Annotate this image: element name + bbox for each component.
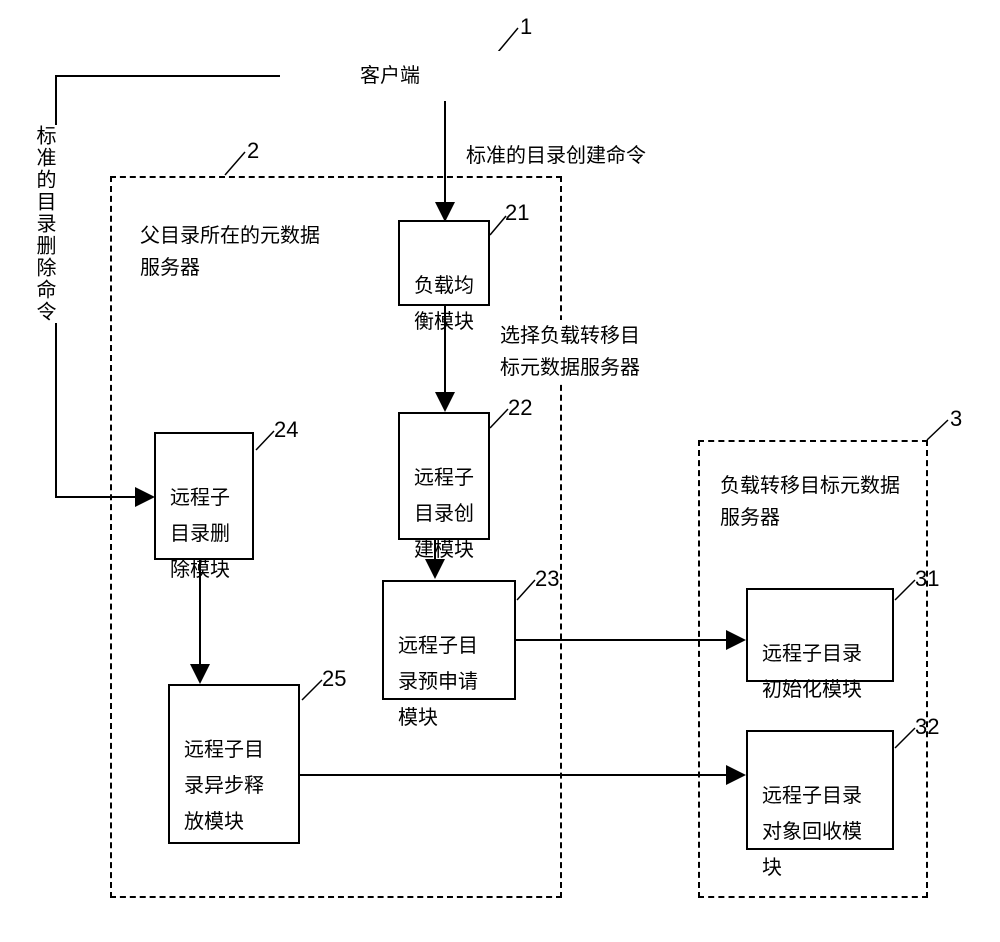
- remote-init-text: 远程子目录 初始化模块: [762, 643, 862, 701]
- remote-create-module: 远程子 目录创 建模块: [398, 412, 490, 540]
- remote-delete-text: 远程子 目录删 除模块: [170, 487, 230, 581]
- remote-delete-module: 远程子 目录删 除模块: [154, 432, 254, 560]
- client-text: 客户端: [360, 61, 420, 91]
- remote-create-text: 远程子 目录创 建模块: [414, 467, 474, 561]
- parent-meta-server-label: 父目录所在的元数据 服务器: [140, 220, 320, 284]
- load-balance-module: 负载均 衡模块: [398, 220, 490, 306]
- marker-24: 24: [274, 417, 298, 443]
- remote-pre-apply-module: 远程子目 录预申请 模块: [382, 580, 516, 700]
- target-meta-server-label: 负载转移目标元数据 服务器: [720, 470, 900, 534]
- remote-async-release-module: 远程子目 录异步释 放模块: [168, 684, 300, 844]
- marker-31: 31: [915, 566, 939, 592]
- marker-2: 2: [247, 138, 259, 164]
- marker-32: 32: [915, 714, 939, 740]
- remote-recycle-module: 远程子目录 对象回收模 块: [746, 730, 894, 850]
- remote-init-module: 远程子目录 初始化模块: [746, 588, 894, 682]
- marker-1: 1: [520, 14, 532, 40]
- remote-async-release-text: 远程子目 录异步释 放模块: [184, 739, 264, 833]
- edge-select-target: 选择负载转移目 标元数据服务器: [500, 320, 640, 384]
- edge-create-cmd: 标准的目录创建命令: [466, 140, 646, 172]
- edge-delete-cmd: 标准的目录删除命令: [28, 125, 60, 323]
- marker-3: 3: [950, 406, 962, 432]
- marker-22: 22: [508, 395, 532, 421]
- marker-21: 21: [505, 200, 529, 226]
- marker-23: 23: [535, 566, 559, 592]
- client-label: 客户端: [280, 51, 500, 101]
- marker-25: 25: [322, 666, 346, 692]
- load-balance-text: 负载均 衡模块: [414, 275, 474, 333]
